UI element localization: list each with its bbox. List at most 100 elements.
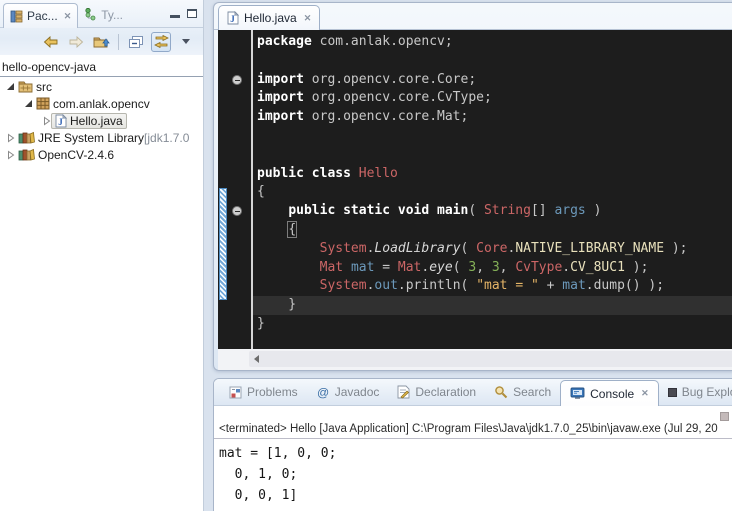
console-view: <terminated> Hello [Java Application] C:… [214, 406, 732, 511]
code-line: public class Hello [253, 165, 732, 184]
problems-icon [229, 386, 242, 399]
close-icon[interactable]: ✕ [304, 13, 312, 24]
code-line: import org.opencv.core.Core; [253, 71, 732, 90]
java-file-icon: J [55, 114, 67, 128]
code-editor[interactable]: package com.anlak.opencv;import org.open… [218, 30, 732, 349]
package-icon [36, 97, 50, 110]
code-token-cls: Core [476, 241, 507, 256]
code-token-str: "mat = " [476, 278, 539, 293]
code-token-pl: ) [586, 203, 602, 218]
tab-bug-explorer[interactable]: Bug Explorer [659, 379, 732, 405]
code-token-pl [257, 222, 288, 237]
tree-item-jre-library[interactable]: JRE System Library [jdk1.7.0 [0, 129, 203, 146]
collapsed-arrow-icon[interactable] [5, 150, 16, 160]
fold-minus-icon[interactable] [232, 206, 242, 216]
package-explorer-toolbar [0, 28, 203, 55]
range-indicator [219, 188, 227, 300]
code-token-pl: ( [461, 241, 477, 256]
svg-text:J: J [230, 14, 235, 24]
code-token-pl: .println( [398, 278, 476, 293]
svg-text:@: @ [317, 386, 329, 400]
tab-package-explorer[interactable]: Pac... ✕ [3, 3, 78, 28]
back-button[interactable] [41, 32, 61, 52]
javadoc-icon: @ [316, 385, 330, 399]
svg-text:J: J [58, 117, 63, 127]
tree-item-label: OpenCV-2.4.6 [38, 148, 114, 162]
forward-arrow-icon [68, 36, 84, 48]
code-line [253, 127, 732, 146]
console-status-line: <terminated> Hello [Java Application] C:… [214, 423, 732, 439]
scroll-left-arrow-icon[interactable] [254, 355, 259, 363]
console-group: Problems @ Javadoc Declaration Search Co… [213, 378, 732, 511]
expanded-arrow-icon[interactable] [5, 82, 16, 91]
tree-item-project[interactable]: hello-opencv-java [0, 59, 203, 75]
expanded-arrow-icon[interactable] [23, 99, 34, 108]
console-output: mat = [1, 0, 0; 0, 1, 0; 0, 0, 1] [214, 439, 732, 506]
code-line: System.out.println( "mat = " + mat.dump(… [253, 277, 732, 296]
package-explorer-header: Pac... ✕ Ty... [0, 0, 203, 55]
tab-declaration[interactable]: Declaration [388, 379, 485, 405]
library-icon [18, 131, 35, 144]
tab-label: Console [590, 387, 634, 401]
view-window-buttons [170, 9, 197, 18]
up-button[interactable] [91, 32, 111, 52]
code-token-pl: . [562, 260, 570, 275]
code-token-var: mat [562, 278, 585, 293]
collapse-all-button[interactable] [126, 32, 146, 52]
code-token-cls: String [484, 203, 531, 218]
tab-search[interactable]: Search [485, 379, 560, 405]
forward-button[interactable] [66, 32, 86, 52]
tab-hello-java[interactable]: J Hello.java ✕ [218, 5, 320, 30]
console-output-line: mat = [1, 0, 0; [219, 443, 732, 464]
code-token-num: 3 [492, 260, 500, 275]
collapsed-arrow-icon[interactable] [5, 133, 16, 143]
horizontal-scrollbar[interactable] [218, 349, 732, 370]
code-token-pl: ( [453, 260, 469, 275]
console-toolbar [214, 406, 732, 423]
code-token-pl [257, 203, 288, 218]
code-token-cls: Mat [320, 260, 343, 275]
link-with-editor-button[interactable] [151, 32, 171, 52]
tree-item-label: JRE System Library [38, 131, 144, 145]
code-line: } [253, 315, 732, 334]
code-token-pl [343, 260, 351, 275]
tree-item-package[interactable]: com.anlak.opencv [0, 95, 203, 112]
console-output-line: 0, 1, 0; [219, 464, 732, 485]
tab-javadoc[interactable]: @ Javadoc [307, 379, 389, 405]
tab-console[interactable]: Console ✕ [560, 380, 659, 406]
code-token-pl [257, 278, 320, 293]
terminate-button[interactable] [720, 412, 729, 421]
tab-label: Pac... [27, 9, 58, 23]
scrollbar-track[interactable] [249, 351, 732, 367]
tree-item-hello-java[interactable]: J Hello.java [0, 112, 203, 129]
code-line [253, 146, 732, 165]
code-token-pl [257, 260, 320, 275]
toolbar-separator [118, 34, 119, 50]
code-token-var: out [374, 278, 397, 293]
code-token-pl: { [257, 184, 265, 199]
code-line: System.LoadLibrary( Core.NATIVE_LIBRARY_… [253, 240, 732, 259]
code-token-cst: CV_8UC1 [570, 260, 625, 275]
tab-type-hierarchy[interactable]: Ty... [78, 2, 129, 27]
code-token-pl: } [257, 316, 265, 331]
library-icon [18, 148, 35, 161]
minimize-button[interactable] [170, 15, 180, 18]
code-token-pl: } [257, 297, 296, 312]
tree-item-opencv-library[interactable]: OpenCV-2.4.6 [0, 146, 203, 163]
code-token-pl: , [500, 260, 516, 275]
eclipse-window: Pac... ✕ Ty... [0, 0, 732, 511]
tree-item-src[interactable]: src [0, 78, 203, 95]
tab-label: Bug Explorer [682, 385, 732, 399]
tab-problems[interactable]: Problems [220, 379, 307, 405]
tree-divider [0, 76, 203, 77]
view-menu-button[interactable] [176, 32, 196, 52]
code-token-pl: = [374, 260, 397, 275]
collapse-all-icon [128, 35, 144, 49]
code-token-kw: public class [257, 166, 359, 181]
fold-minus-icon[interactable] [232, 75, 242, 85]
code-line: { [253, 221, 732, 240]
tree-item-label: Hello.java [70, 114, 123, 128]
close-icon[interactable]: ✕ [641, 388, 649, 399]
maximize-button[interactable] [187, 9, 197, 18]
close-icon[interactable]: ✕ [64, 11, 72, 22]
